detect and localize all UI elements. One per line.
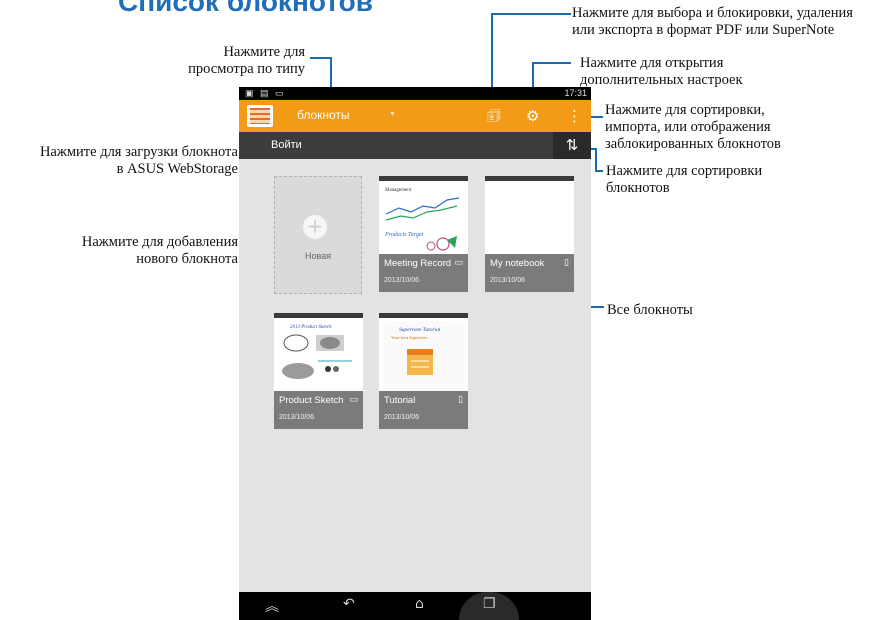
gear-icon[interactable]: ⚙ (526, 106, 539, 126)
chevron-down-icon[interactable]: ▼ (389, 110, 396, 118)
notebook-thumbnail: Management Products Target (384, 188, 460, 251)
back-icon[interactable]: ↶ (343, 596, 355, 612)
sort-icon[interactable]: ⇅ (553, 132, 591, 159)
plus-icon: + (303, 215, 327, 239)
callout-settings: Нажмите для открытия дополнительных наст… (580, 55, 743, 88)
notification-icons: ▣ ▤ ▭ (245, 88, 286, 98)
thumb-title: 2013 Product Sketch (290, 325, 332, 330)
notebook-thumbnail: 2013 Product Sketch (282, 325, 352, 379)
notebook-card[interactable]: Supernote Tutorial Your best Supernote T… (379, 313, 468, 429)
notebook-card[interactable]: 2013 Product Sketch Product Sketch ▭ 201… (274, 313, 363, 429)
notebook-icon: ▭ (454, 258, 463, 268)
callout-add: Нажмите для добавления нового блокнота (81, 234, 238, 267)
thumb-caption: Products Target (384, 232, 424, 238)
notebook-date: 2013/10/06 (384, 277, 420, 284)
thumb-title: Supernote Tutorial (399, 327, 441, 333)
callout-line (532, 62, 571, 64)
notebook-card[interactable]: My notebook ▯ 2013/10/06 (485, 176, 574, 292)
callout-line (595, 170, 603, 172)
callout-upload: Нажмите для загрузки блокнота в ASUS Web… (39, 144, 238, 177)
notebook-icon: ▭ (349, 395, 358, 405)
thumb-title: Management (385, 188, 412, 193)
callout-sort: Нажмите для сортировки блокнотов (606, 163, 763, 196)
card-header (379, 313, 468, 318)
add-notebook-button[interactable]: + Новая (274, 176, 362, 294)
recent-apps-icon[interactable]: ❐ (483, 596, 496, 612)
callout-line (491, 13, 571, 15)
callout-view-type: Нажмите для просмотра по типу (188, 44, 305, 77)
menu-chevron-icon[interactable]: ︽ (265, 596, 279, 616)
status-bar: ▣ ▤ ▭ 17:31 (239, 87, 591, 100)
card-header (274, 313, 363, 318)
notebook-icon: ▯ (458, 395, 463, 405)
callout-sort-import: Нажмите для сортировки, импорта, или ото… (605, 102, 781, 152)
notebook-date: 2013/10/06 (384, 414, 420, 421)
callout-line (595, 148, 597, 171)
phone-screen: ▣ ▤ ▭ 17:31 блокноты ▼ 🗊 ⚙ ⋮ Войти ⇅ + Н… (239, 87, 591, 620)
select-edit-icon[interactable]: 🗊 (487, 106, 501, 126)
notebook-type-dropdown[interactable]: блокноты (297, 108, 350, 122)
card-header (379, 176, 468, 181)
home-icon[interactable]: ⌂ (415, 596, 424, 612)
notebook-name: My notebook (490, 258, 545, 269)
callout-select-lock: Нажмите для выбора и блокировки, удалени… (572, 5, 853, 38)
login-button[interactable]: Войти (271, 139, 302, 151)
card-header (485, 176, 574, 181)
notebook-info: My notebook ▯ 2013/10/06 (485, 254, 574, 292)
login-bar: Войти ⇅ (239, 132, 591, 159)
notebook-card[interactable]: Management Products Target Meeting Recor… (379, 176, 468, 292)
notebook-icon: ▯ (564, 258, 569, 268)
notebook-thumbnail: Supernote Tutorial Your best Supernote (383, 321, 464, 391)
notebook-info: Meeting Record ▭ 2013/10/06 (379, 254, 468, 292)
notebook-info: Tutorial ▯ 2013/10/06 (379, 391, 468, 429)
notebook-name: Meeting Record (384, 258, 452, 269)
overflow-menu-icon[interactable]: ⋮ (567, 106, 582, 126)
notebook-name: Product Sketch (279, 395, 344, 406)
page-heading: Список блокнотов (118, 0, 373, 17)
action-bar: блокноты ▼ 🗊 ⚙ ⋮ (239, 100, 591, 132)
callout-line (310, 57, 330, 59)
thumb-caption: Your best Supernote (391, 335, 428, 340)
notebook-date: 2013/10/06 (490, 277, 526, 284)
notebook-info: Product Sketch ▭ 2013/10/06 (274, 391, 363, 429)
notebook-date: 2013/10/06 (279, 414, 315, 421)
status-time: 17:31 (564, 88, 587, 98)
new-notebook-label: Новая (304, 251, 332, 261)
app-icon (247, 105, 273, 127)
navigation-bar: ︽ ↶ ⌂ ❐ (239, 592, 591, 620)
callout-all: Все блокноты (607, 302, 693, 318)
notebook-name: Tutorial (384, 395, 416, 406)
